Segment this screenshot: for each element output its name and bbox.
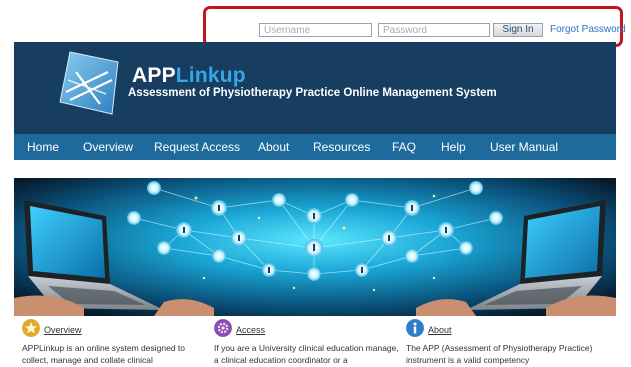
info-icon (406, 319, 424, 337)
nav-about[interactable]: About (258, 134, 289, 160)
nav-overview[interactable]: Overview (83, 134, 133, 160)
gear-icon (214, 319, 232, 337)
overview-text: APPLinkup is an online system designed t… (22, 343, 186, 365)
nav-faq[interactable]: FAQ (392, 134, 416, 160)
nav-resources[interactable]: Resources (313, 134, 370, 160)
about-text: The APP (Assessment of Physiotherapy Pra… (406, 343, 593, 365)
sign-in-button[interactable]: Sign In (493, 23, 543, 37)
password-input[interactable] (378, 23, 490, 37)
nav-help[interactable]: Help (441, 134, 466, 160)
access-link[interactable]: Access (236, 325, 265, 335)
app-logo-icon (59, 51, 119, 115)
username-input[interactable] (259, 23, 372, 37)
hero-banner (14, 178, 616, 316)
login-bar: Sign In Forgot Password (0, 0, 631, 47)
main-nav: Home Overview Request Access About Resou… (14, 134, 616, 160)
site-header: APPLinkup Assessment of Physiotherapy Pr… (14, 42, 616, 134)
brand-app: APP (132, 64, 176, 87)
forgot-password-link[interactable]: Forgot Password (550, 24, 626, 35)
access-text: If you are a University clinical educati… (214, 343, 399, 365)
nav-user-manual[interactable]: User Manual (490, 134, 558, 160)
nav-home[interactable]: Home (27, 134, 59, 160)
brand-title: APPLinkup (132, 64, 246, 88)
about-link[interactable]: About (428, 325, 452, 335)
overview-link[interactable]: Overview (44, 325, 82, 335)
nav-request-access[interactable]: Request Access (154, 134, 240, 160)
brand-linkup: Linkup (175, 64, 246, 87)
brand-subtitle: Assessment of Physiotherapy Practice Onl… (128, 87, 497, 99)
star-icon (22, 319, 40, 337)
network-banner-image (14, 178, 616, 316)
